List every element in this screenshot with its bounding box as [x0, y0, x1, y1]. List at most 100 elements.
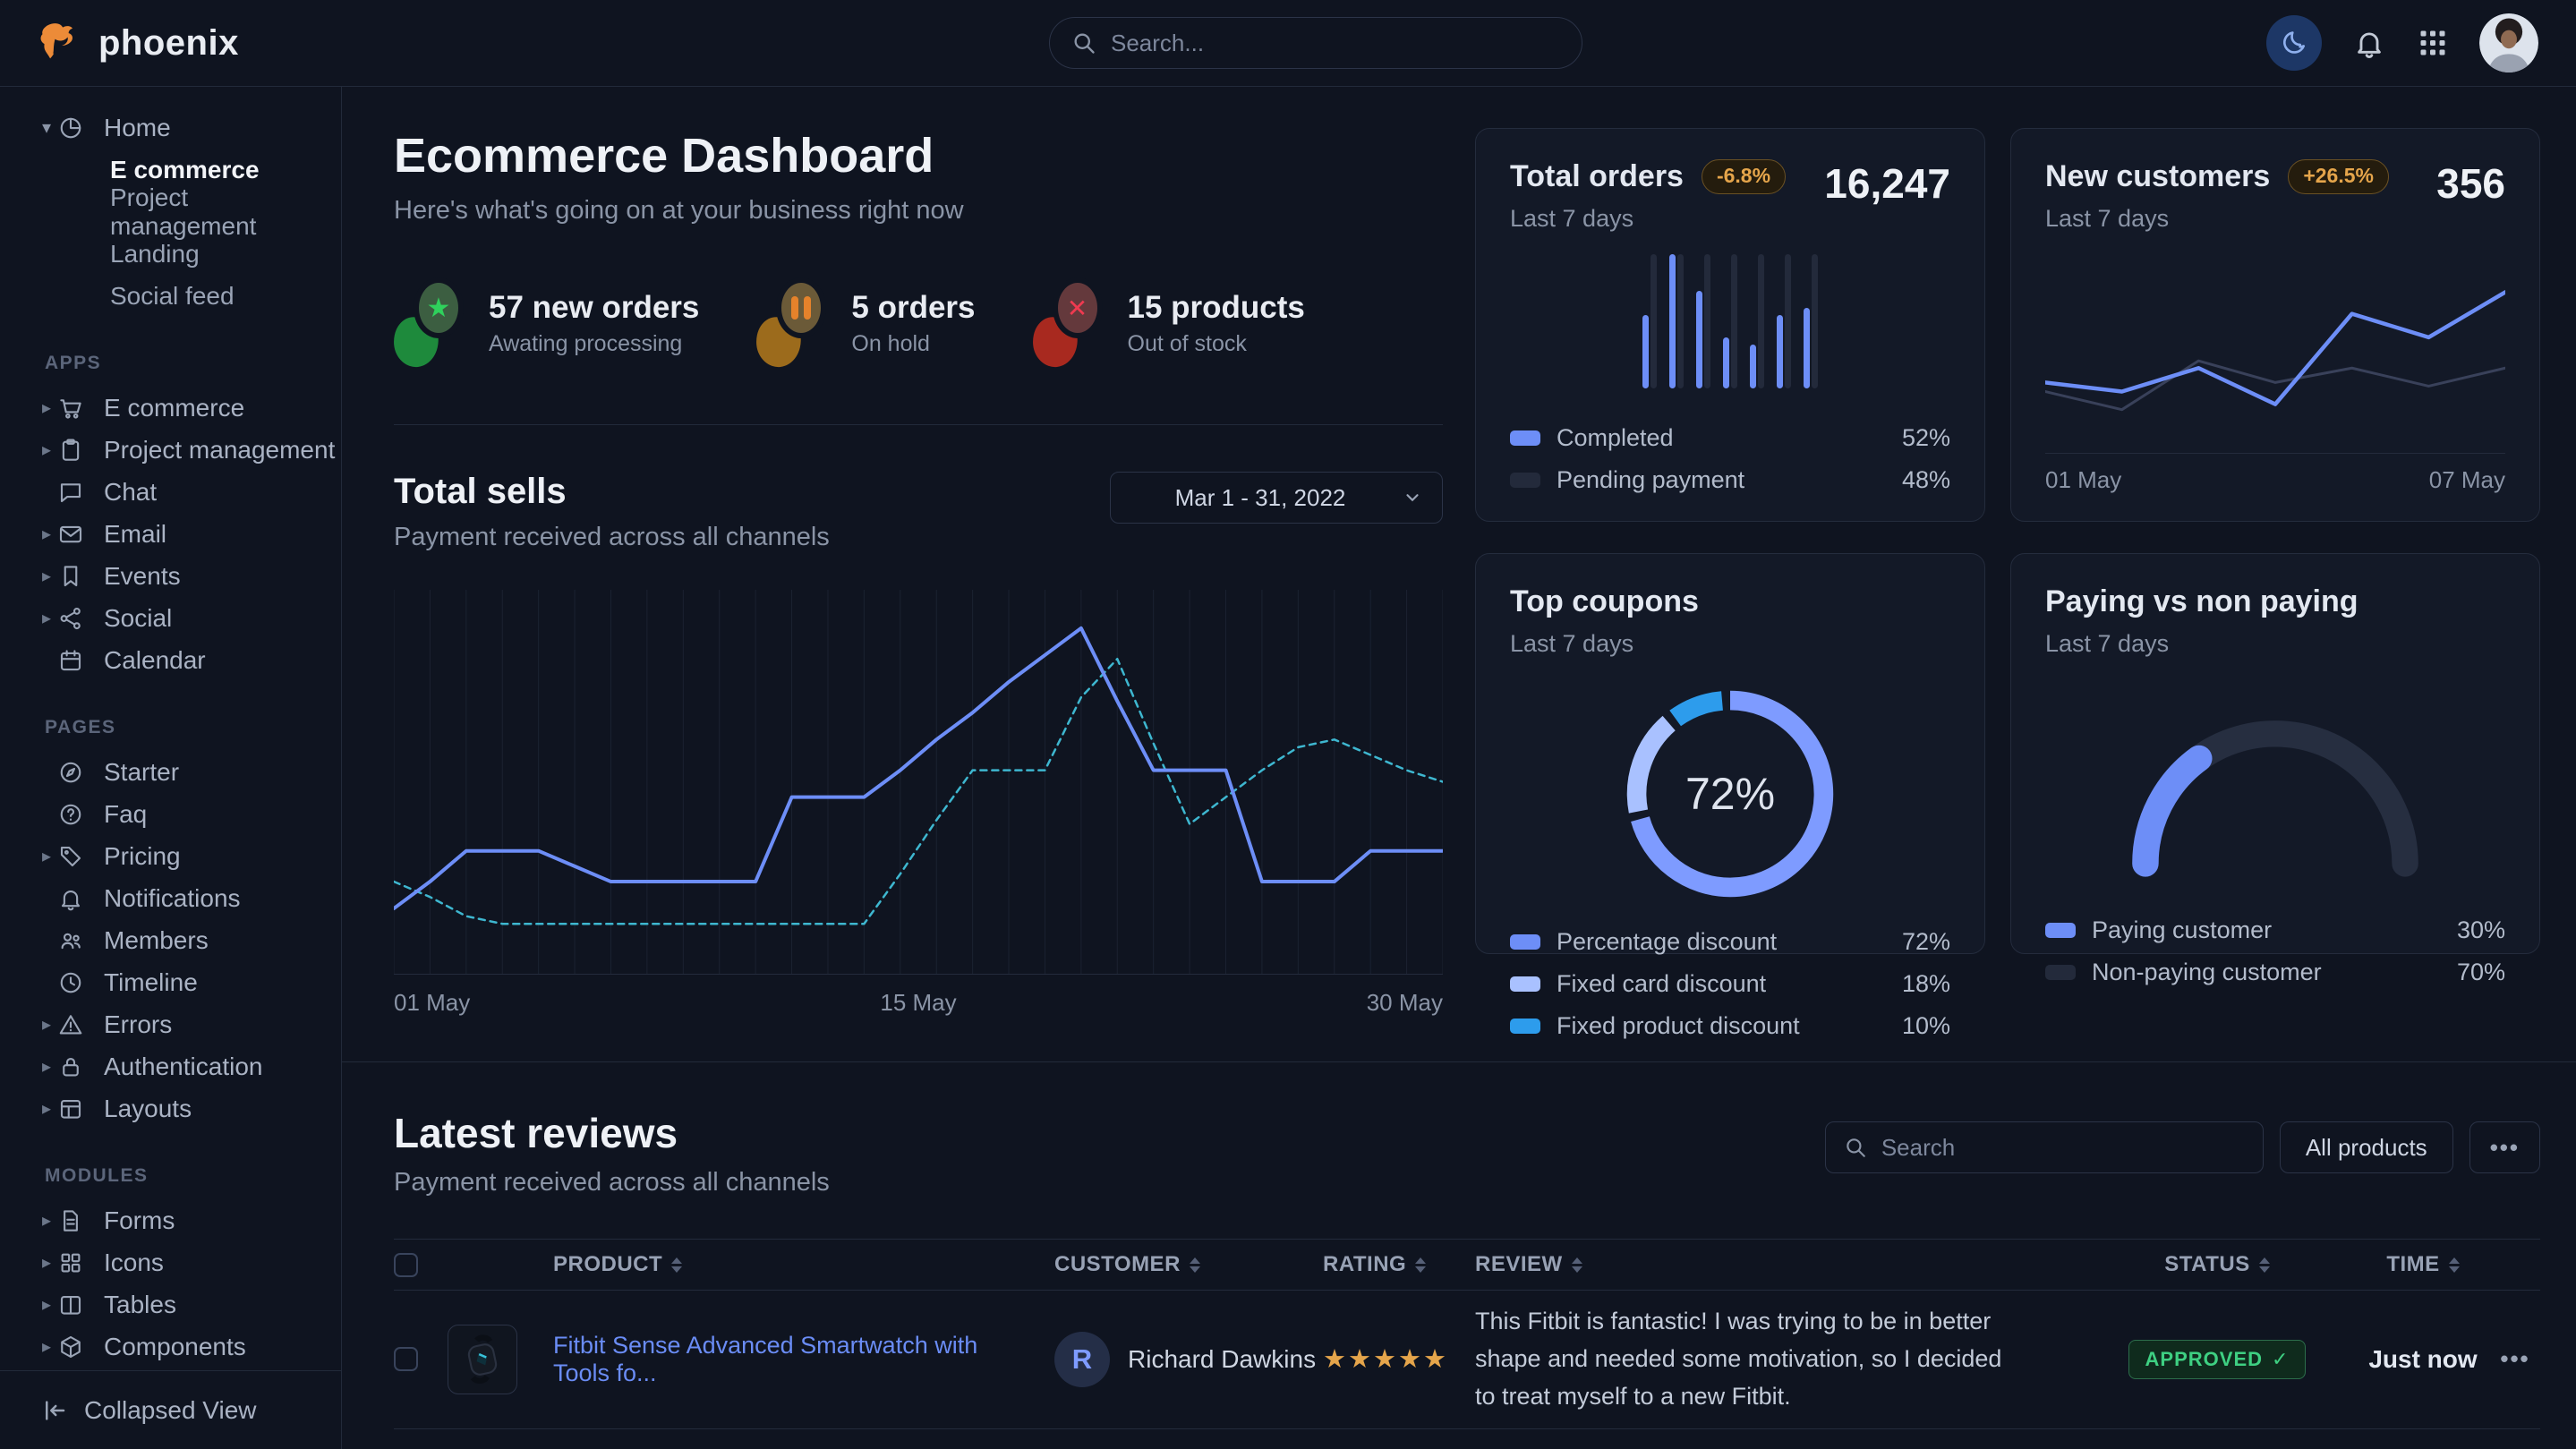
table-row[interactable]: iPhone 13 pro max-Pacific Blue-128GB sto…: [394, 1429, 2540, 1449]
caret-right-icon: ▸: [36, 1251, 57, 1274]
column-status[interactable]: STATUS: [2078, 1252, 2356, 1277]
card-title: Top coupons: [1510, 584, 1699, 619]
order-bar: [1750, 254, 1764, 388]
notifications-button[interactable]: [2352, 26, 2386, 60]
card-title: New customers: [2045, 159, 2270, 194]
on-hold-pause-icon: [756, 277, 826, 369]
user-avatar-image: [2479, 13, 2538, 72]
smartwatch-image: [454, 1331, 511, 1388]
sidebar-item-icons[interactable]: ▸ Icons: [0, 1241, 341, 1283]
brand-logo[interactable]: phoenix: [38, 20, 342, 66]
card-period: Last 7 days: [2045, 205, 2389, 233]
column-time[interactable]: TIME: [2356, 1252, 2490, 1277]
legend-value: 18%: [1902, 970, 1950, 998]
sidebar-item-members[interactable]: Members: [0, 919, 341, 961]
column-product[interactable]: PRODUCT: [553, 1252, 1054, 1277]
sidebar-section-label: APPS: [0, 353, 341, 374]
caret-right-icon: ▸: [36, 396, 57, 419]
box-icon: [57, 1334, 93, 1360]
total-sells-subtitle: Payment received across all channels: [394, 523, 830, 552]
x-tick: 01 May: [394, 989, 470, 1017]
total-sells-x-axis: 01 May 15 May 30 May: [394, 989, 1443, 1017]
caret-right-icon: ▸: [36, 439, 57, 461]
sidebar-item-label: Tables: [104, 1291, 176, 1319]
legend-item: Fixed product discount 10%: [1510, 1012, 1950, 1040]
caret-right-icon: ▸: [36, 845, 57, 867]
sidebar-item-label: Project management: [104, 436, 335, 465]
sidebar-subitem-social-feed[interactable]: Social feed: [0, 275, 341, 317]
sidebar-item-notifications[interactable]: Notifications: [0, 877, 341, 919]
column-customer[interactable]: CUSTOMER: [1054, 1252, 1323, 1277]
sidebar-item-label: Icons: [104, 1249, 164, 1277]
legend-value: 48%: [1902, 466, 1950, 494]
row-checkbox[interactable]: [394, 1347, 418, 1371]
order-bar: [1669, 254, 1684, 388]
select-all-checkbox[interactable]: [394, 1253, 418, 1277]
theme-toggle-button[interactable]: [2266, 15, 2322, 71]
user-avatar[interactable]: [2479, 13, 2538, 72]
legend-value: 10%: [1902, 1012, 1950, 1040]
column-review[interactable]: REVIEW: [1475, 1252, 2078, 1277]
legend-swatch: [2045, 923, 2076, 938]
divider: [2045, 453, 2505, 454]
product-thumbnail[interactable]: [448, 1325, 517, 1394]
sort-icon: [1415, 1257, 1426, 1273]
table-row[interactable]: Fitbit Sense Advanced Smartwatch with To…: [394, 1291, 2540, 1429]
avatar-initial: R: [1054, 1332, 1110, 1387]
sidebar-item-home[interactable]: ▾ Home: [0, 107, 341, 149]
chevron-down-icon: [1403, 488, 1422, 507]
sidebar-item-social[interactable]: ▸ Social: [0, 597, 341, 639]
sidebar-item-chat[interactable]: Chat: [0, 471, 341, 513]
total-sells-chart: [394, 590, 1443, 975]
sidebar-item-faq[interactable]: Faq: [0, 793, 341, 835]
sidebar-item-errors[interactable]: ▸ Errors: [0, 1003, 341, 1045]
apps-grid-button[interactable]: [2417, 27, 2449, 59]
legend-swatch: [1510, 1019, 1540, 1034]
sidebar-item-label: Errors: [104, 1010, 172, 1039]
navbar-search[interactable]: [1049, 17, 1582, 69]
star-icon: ★: [1323, 1345, 1348, 1374]
product-link[interactable]: Fitbit Sense Advanced Smartwatch with To…: [553, 1332, 1054, 1387]
caret-right-icon: ▸: [36, 565, 57, 587]
legend-label: Non-paying customer: [2092, 959, 2322, 986]
sidebar-item-e-commerce[interactable]: ▸ E commerce: [0, 387, 341, 429]
stat-caption: Awating processing: [489, 331, 699, 357]
star-icon: ★: [1348, 1345, 1373, 1374]
date-range-select[interactable]: Mar 1 - 31, 2022: [1110, 472, 1443, 524]
more-options-button[interactable]: •••: [2469, 1121, 2540, 1173]
row-menu-button[interactable]: •••: [2490, 1345, 2540, 1373]
collapse-sidebar-button[interactable]: Collapsed View: [0, 1370, 341, 1449]
sidebar-item-timeline[interactable]: Timeline: [0, 961, 341, 1003]
card-title: Paying vs non paying: [2045, 584, 2358, 619]
sidebar-item-calendar[interactable]: Calendar: [0, 639, 341, 681]
sidebar-item-events[interactable]: ▸ Events: [0, 555, 341, 597]
card-period: Last 7 days: [1510, 205, 1786, 233]
sidebar-item-components[interactable]: ▸ Components: [0, 1325, 341, 1368]
search-input[interactable]: [1109, 29, 1560, 58]
caret-right-icon: ▸: [36, 1055, 57, 1078]
quick-stats: ★ 57 new orders Awating processing: [394, 277, 1443, 369]
sidebar-item-layouts[interactable]: ▸ Layouts: [0, 1087, 341, 1129]
sidebar-item-authentication[interactable]: ▸ Authentication: [0, 1045, 341, 1087]
top-navbar: phoenix: [0, 0, 2576, 87]
all-products-button[interactable]: All products: [2280, 1121, 2453, 1173]
sidebar-item-project-management[interactable]: ▸ Project management: [0, 429, 341, 471]
stat-new-orders: ★ 57 new orders Awating processing: [394, 277, 699, 369]
sidebar-item-forms[interactable]: ▸ Forms: [0, 1199, 341, 1241]
sidebar-item-pricing[interactable]: ▸ Pricing: [0, 835, 341, 877]
column-rating[interactable]: RATING: [1323, 1252, 1475, 1277]
sidebar-item-email[interactable]: ▸ Email: [0, 513, 341, 555]
sidebar-subitem-project-management[interactable]: Project management: [0, 191, 341, 233]
stat-caption: On hold: [851, 331, 975, 357]
pie-chart-icon: [57, 115, 93, 141]
reviews-title: Latest reviews: [394, 1109, 830, 1157]
new-customers-x-axis: 01 May 07 May: [2045, 466, 2505, 494]
change-badge: -6.8%: [1702, 159, 1786, 194]
avatar-wrap: R: [1054, 1332, 1110, 1387]
reviews-search[interactable]: [1825, 1121, 2264, 1173]
caret-down-icon: ▾: [36, 116, 57, 139]
reviews-search-input[interactable]: [1880, 1133, 2245, 1163]
sidebar-item-starter[interactable]: Starter: [0, 751, 341, 793]
legend-item: Non-paying customer 70%: [2045, 959, 2505, 986]
sidebar-item-tables[interactable]: ▸ Tables: [0, 1283, 341, 1325]
